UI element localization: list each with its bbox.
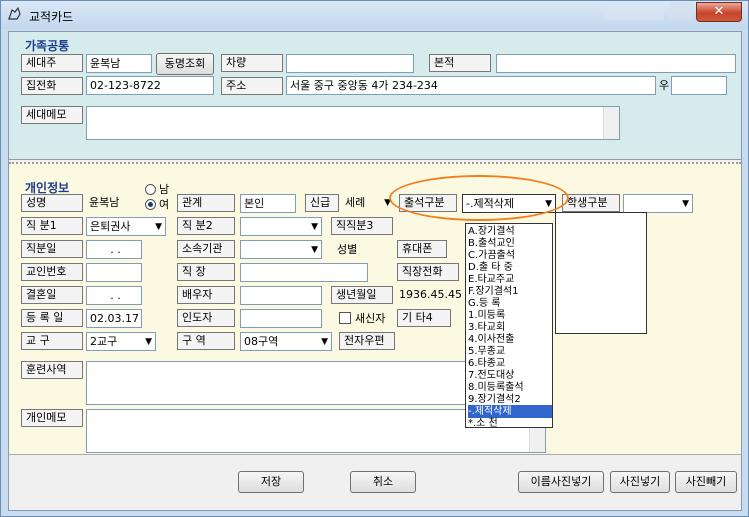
- relation-label: 관계: [177, 194, 235, 212]
- address-label: 주소: [221, 77, 283, 95]
- position3-label: 직직분3: [331, 217, 393, 235]
- remove-photo-button[interactable]: 사진빼기: [675, 471, 737, 493]
- client-area: 가족공통 세대주 윤복남 동명조회 차량 본적 집전화 02-123-8722 …: [8, 31, 742, 511]
- mobile-label: 휴대폰: [397, 240, 447, 258]
- name-photo-button[interactable]: 이름사진넣기: [518, 471, 604, 493]
- main-window: 교적카드 ✕ 가족공통 세대주 윤복남 동명조회 차량 본적 집전화 02-12…: [0, 0, 749, 517]
- district-select-value: 2교구: [90, 335, 118, 348]
- maximize-button[interactable]: [669, 2, 693, 20]
- gender-female-label: 여: [159, 198, 170, 211]
- email-label: 전자우편: [339, 332, 395, 350]
- district-label: 교 구: [21, 332, 83, 350]
- work-phone-label: 직장전화: [397, 263, 459, 281]
- org-select[interactable]: ▼: [240, 240, 322, 259]
- save-button[interactable]: 저장: [238, 471, 304, 493]
- wedding-label: 결혼일: [21, 286, 83, 304]
- home-phone-input[interactable]: 02-123-8722: [86, 76, 214, 95]
- newbie-checkbox[interactable]: [339, 312, 351, 324]
- same-name-search-button[interactable]: 동명조회: [156, 53, 214, 75]
- close-button[interactable]: ✕: [696, 2, 742, 22]
- attendance-option[interactable]: *.소 천: [468, 417, 552, 430]
- domicile-input[interactable]: [496, 54, 736, 73]
- office-day-label: 직분일: [21, 240, 83, 258]
- position1-label: 직 분1: [21, 217, 83, 235]
- newbie-label: 새신자: [355, 312, 386, 325]
- gender-male-label: 남: [159, 183, 170, 196]
- domicile-label: 본적: [429, 54, 491, 72]
- zip-input[interactable]: [671, 76, 727, 95]
- work-input[interactable]: [240, 263, 368, 282]
- highlight-ellipse: [389, 175, 569, 221]
- householder-input[interactable]: 윤복남: [86, 54, 152, 73]
- household-memo-label: 세대메모: [21, 106, 83, 124]
- chevron-down-icon: ▼: [311, 245, 318, 255]
- new-label: 신급: [305, 194, 339, 212]
- household-memo-scrollbar[interactable]: [603, 107, 619, 139]
- car-label: 차량: [221, 54, 283, 72]
- app-icon: [8, 6, 21, 20]
- birth-value: 1936.45.45: [399, 288, 462, 301]
- new-select[interactable]: 세례 ▼: [342, 194, 394, 213]
- work-label: 직 장: [177, 263, 235, 281]
- birth-label: 생년월일: [331, 286, 393, 304]
- family-section-title: 가족공통: [25, 39, 70, 53]
- name-value: 윤복남: [89, 196, 120, 209]
- relation-input[interactable]: 본인: [240, 194, 296, 213]
- attendance-dropdown-list[interactable]: A.장기결석 B.출석교인 C.가끔출석 D.출 타 중 E.타교주교 F.장기결석1 G.…: [465, 223, 553, 430]
- wedding-input[interactable]: . .: [86, 286, 142, 305]
- guide-label: 인도자: [177, 309, 235, 327]
- chevron-down-icon: ▼: [155, 222, 162, 232]
- guide-input[interactable]: [240, 309, 322, 328]
- registration-input[interactable]: 02.03.17: [86, 309, 142, 328]
- position2-select[interactable]: ▼: [240, 217, 322, 236]
- area-select[interactable]: 08구역 ▼: [240, 332, 332, 351]
- family-section: 가족공통 세대주 윤복남 동명조회 차량 본적 집전화 02-123-8722 …: [9, 32, 741, 160]
- zip-label: 우: [659, 79, 670, 92]
- org-label: 소속기관: [177, 240, 235, 258]
- chevron-down-icon: ▼: [682, 199, 689, 209]
- gender-label: 성별: [337, 243, 358, 256]
- home-phone-label: 집전화: [21, 77, 83, 95]
- button-bar: 저장 취소 이름사진넣기 사진넣기 사진빼기: [9, 454, 741, 510]
- etc-label: 기 타4: [397, 309, 451, 327]
- position1-select-value: 은퇴권사: [90, 220, 131, 233]
- household-memo-input[interactable]: [86, 106, 620, 140]
- chevron-down-icon: ▼: [145, 337, 152, 347]
- insert-photo-button[interactable]: 사진넣기: [610, 471, 670, 493]
- window-title: 교적카드: [29, 10, 74, 24]
- car-input[interactable]: [286, 54, 414, 73]
- gender-male-radio[interactable]: [145, 184, 156, 195]
- cancel-button[interactable]: 취소: [350, 471, 416, 493]
- gender-female-radio[interactable]: [145, 199, 156, 210]
- householder-label: 세대주: [21, 54, 83, 72]
- office-day-input[interactable]: . .: [86, 240, 142, 259]
- address-input[interactable]: 서울 중구 중앙동 4가 234-234: [286, 76, 656, 95]
- new-select-value: 세례: [345, 196, 366, 209]
- member-number-input[interactable]: [86, 263, 142, 282]
- spouse-input[interactable]: [240, 286, 322, 305]
- minimize-button[interactable]: [604, 2, 664, 20]
- chevron-down-icon: ▼: [321, 337, 328, 347]
- name-label: 성명: [21, 194, 83, 212]
- position2-label: 직 분2: [177, 217, 235, 235]
- student-label: 학생구분: [562, 194, 620, 212]
- area-select-value: 08구역: [244, 335, 279, 348]
- area-label: 구 역: [177, 332, 235, 350]
- registration-label: 등 록 일: [21, 309, 83, 327]
- personal-memo-label: 개인메모: [21, 409, 83, 427]
- member-number-label: 교인번호: [21, 263, 83, 281]
- position1-select[interactable]: 은퇴권사 ▼: [86, 217, 166, 236]
- title-bar[interactable]: 교적카드 ✕: [1, 1, 748, 29]
- chevron-down-icon: ▼: [311, 222, 318, 232]
- spouse-label: 배우자: [177, 286, 235, 304]
- photo-box: [555, 212, 647, 334]
- district-select[interactable]: 2교구 ▼: [86, 332, 156, 351]
- student-select[interactable]: ▼: [623, 194, 693, 213]
- training-label: 훈련사역: [21, 361, 83, 379]
